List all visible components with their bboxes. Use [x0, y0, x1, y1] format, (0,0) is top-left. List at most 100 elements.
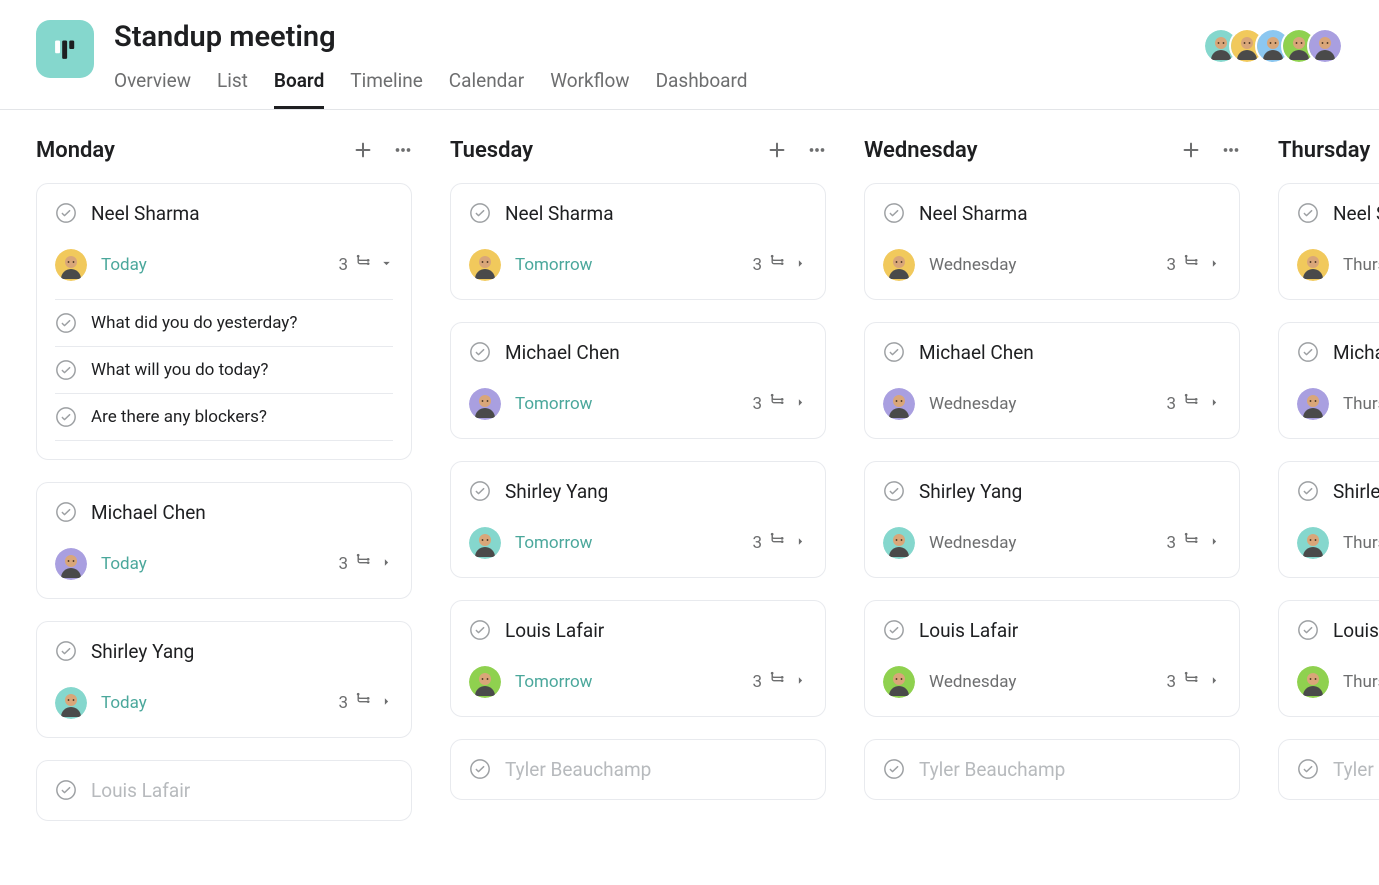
complete-checkbox-icon[interactable]: [883, 480, 905, 502]
task-card[interactable]: Shirley Yang Tomorrow 3: [450, 461, 826, 578]
due-date[interactable]: Thurs: [1343, 672, 1379, 692]
task-card[interactable]: Michael Chen Today 3: [36, 482, 412, 599]
due-date[interactable]: Tomorrow: [515, 394, 592, 414]
member-avatars[interactable]: [1203, 28, 1343, 64]
assignee-avatar[interactable]: [1297, 666, 1329, 698]
assignee-avatar[interactable]: [469, 666, 501, 698]
due-date[interactable]: Wednesday: [929, 533, 1016, 553]
due-date[interactable]: Thurs: [1343, 255, 1379, 275]
task-card[interactable]: Shirley Yang Wednesday 3: [864, 461, 1240, 578]
tab-timeline[interactable]: Timeline: [350, 63, 423, 109]
tab-workflow[interactable]: Workflow: [550, 63, 629, 109]
subtask-count[interactable]: 3: [1166, 669, 1221, 694]
task-card[interactable]: Tyler Beauchamp: [450, 739, 826, 800]
complete-checkbox-icon[interactable]: [883, 619, 905, 641]
complete-checkbox-icon[interactable]: [469, 341, 491, 363]
task-card[interactable]: Tyler Beauchamp: [864, 739, 1240, 800]
member-avatar[interactable]: [1307, 28, 1343, 64]
due-date[interactable]: Wednesday: [929, 672, 1016, 692]
assignee-avatar[interactable]: [55, 249, 87, 281]
subtask-row[interactable]: What did you do yesterday?: [55, 300, 393, 347]
due-date[interactable]: Tomorrow: [515, 533, 592, 553]
complete-checkbox-icon[interactable]: [469, 202, 491, 224]
due-date[interactable]: Thurs: [1343, 533, 1379, 553]
subtask-row[interactable]: Are there any blockers?: [55, 394, 393, 441]
task-card[interactable]: Micha Thurs 3: [1278, 322, 1379, 439]
task-card[interactable]: Neel S Thurs 3: [1278, 183, 1379, 300]
complete-checkbox-icon[interactable]: [55, 406, 77, 428]
complete-checkbox-icon[interactable]: [55, 202, 77, 224]
task-card[interactable]: Michael Chen Tomorrow 3: [450, 322, 826, 439]
subtask-count[interactable]: 3: [338, 690, 393, 715]
due-date[interactable]: Thurs: [1343, 394, 1379, 414]
due-date[interactable]: Tomorrow: [515, 672, 592, 692]
complete-checkbox-icon[interactable]: [883, 758, 905, 780]
column-menu-button[interactable]: [806, 139, 828, 161]
tab-dashboard[interactable]: Dashboard: [656, 63, 748, 109]
subtask-row[interactable]: What will you do today?: [55, 347, 393, 394]
complete-checkbox-icon[interactable]: [1297, 758, 1319, 780]
due-date[interactable]: Today: [101, 554, 147, 574]
board[interactable]: Monday Neel Sharma Today 3: [0, 110, 1379, 885]
complete-checkbox-icon[interactable]: [883, 341, 905, 363]
complete-checkbox-icon[interactable]: [883, 202, 905, 224]
complete-checkbox-icon[interactable]: [55, 312, 77, 334]
tab-board[interactable]: Board: [274, 63, 324, 109]
assignee-avatar[interactable]: [469, 249, 501, 281]
add-task-button[interactable]: [766, 139, 788, 161]
task-card[interactable]: Neel Sharma Tomorrow 3: [450, 183, 826, 300]
due-date[interactable]: Today: [101, 255, 147, 275]
due-date[interactable]: Wednesday: [929, 394, 1016, 414]
complete-checkbox-icon[interactable]: [55, 640, 77, 662]
task-card[interactable]: Louis Lafair Wednesday 3: [864, 600, 1240, 717]
task-card[interactable]: Louis Lafair: [36, 760, 412, 821]
assignee-avatar[interactable]: [883, 388, 915, 420]
due-date[interactable]: Wednesday: [929, 255, 1016, 275]
subtask-count[interactable]: 3: [752, 669, 807, 694]
assignee-avatar[interactable]: [1297, 527, 1329, 559]
task-card[interactable]: Neel Sharma Wednesday 3: [864, 183, 1240, 300]
due-date[interactable]: Tomorrow: [515, 255, 592, 275]
tab-list[interactable]: List: [217, 63, 248, 109]
assignee-avatar[interactable]: [55, 687, 87, 719]
column-menu-button[interactable]: [392, 139, 414, 161]
tab-overview[interactable]: Overview: [114, 63, 191, 109]
task-card[interactable]: Tyler: [1278, 739, 1379, 800]
complete-checkbox-icon[interactable]: [55, 779, 77, 801]
complete-checkbox-icon[interactable]: [469, 619, 491, 641]
subtask-count[interactable]: 3: [1166, 391, 1221, 416]
assignee-avatar[interactable]: [1297, 388, 1329, 420]
add-task-button[interactable]: [352, 139, 374, 161]
subtask-count[interactable]: 3: [338, 551, 393, 576]
subtask-count[interactable]: 3: [338, 252, 393, 277]
complete-checkbox-icon[interactable]: [55, 359, 77, 381]
complete-checkbox-icon[interactable]: [1297, 341, 1319, 363]
task-card[interactable]: Neel Sharma Today 3 What did you do yest…: [36, 183, 412, 460]
task-card[interactable]: Louis Thurs 3: [1278, 600, 1379, 717]
assignee-avatar[interactable]: [883, 527, 915, 559]
complete-checkbox-icon[interactable]: [1297, 202, 1319, 224]
tab-calendar[interactable]: Calendar: [449, 63, 524, 109]
task-card[interactable]: Louis Lafair Tomorrow 3: [450, 600, 826, 717]
task-card[interactable]: Shirle Thurs 3: [1278, 461, 1379, 578]
assignee-avatar[interactable]: [883, 249, 915, 281]
subtask-count[interactable]: 3: [752, 391, 807, 416]
column-menu-button[interactable]: [1220, 139, 1242, 161]
task-card[interactable]: Michael Chen Wednesday 3: [864, 322, 1240, 439]
due-date[interactable]: Today: [101, 693, 147, 713]
assignee-avatar[interactable]: [469, 388, 501, 420]
complete-checkbox-icon[interactable]: [469, 480, 491, 502]
assignee-avatar[interactable]: [55, 548, 87, 580]
subtask-count[interactable]: 3: [752, 252, 807, 277]
complete-checkbox-icon[interactable]: [469, 758, 491, 780]
complete-checkbox-icon[interactable]: [1297, 480, 1319, 502]
subtask-count[interactable]: 3: [1166, 252, 1221, 277]
assignee-avatar[interactable]: [1297, 249, 1329, 281]
complete-checkbox-icon[interactable]: [1297, 619, 1319, 641]
add-task-button[interactable]: [1180, 139, 1202, 161]
subtask-count[interactable]: 3: [752, 530, 807, 555]
assignee-avatar[interactable]: [883, 666, 915, 698]
subtask-count[interactable]: 3: [1166, 530, 1221, 555]
complete-checkbox-icon[interactable]: [55, 501, 77, 523]
task-card[interactable]: Shirley Yang Today 3: [36, 621, 412, 738]
